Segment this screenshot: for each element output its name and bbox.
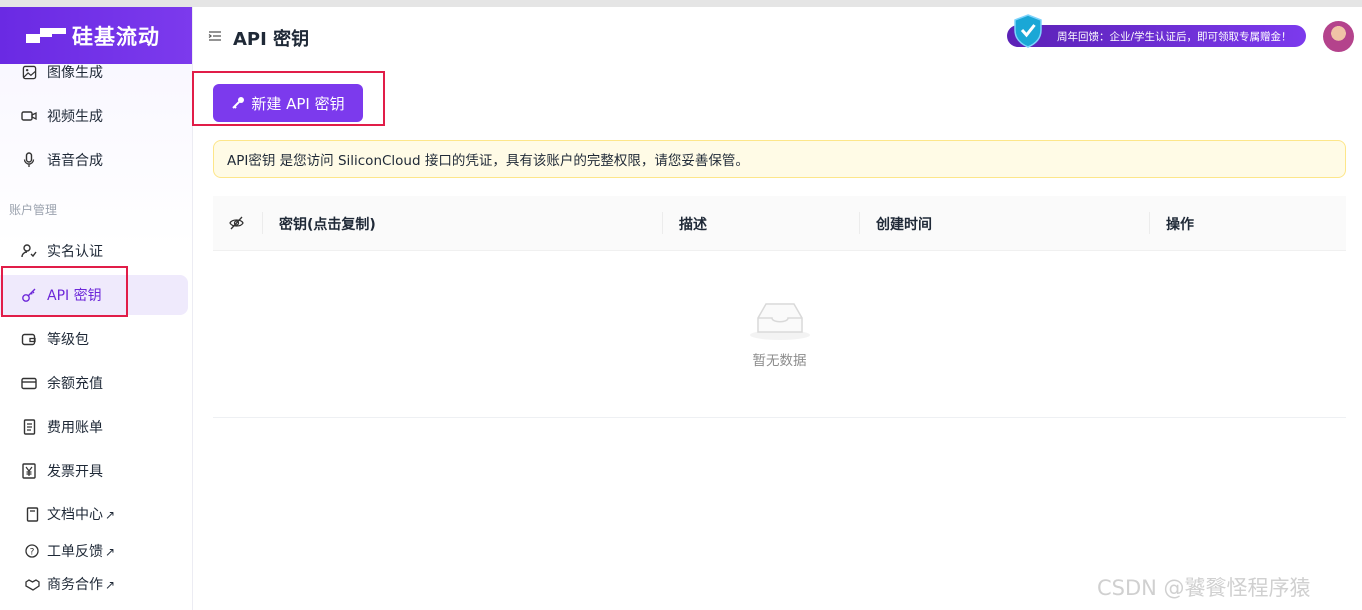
page-title: API 密钥 bbox=[233, 29, 310, 50]
sidebar-item-label: 余额充值 bbox=[47, 376, 103, 392]
sidebar-item-business[interactable]: 商务合作 ↗ bbox=[0, 568, 188, 600]
column-header-created: 创建时间 bbox=[876, 217, 932, 233]
wallet-icon bbox=[21, 331, 37, 347]
external-link-icon: ↗ bbox=[105, 545, 116, 559]
table-header: 密钥(点击复制) 描述 创建时间 操作 bbox=[213, 196, 1346, 251]
column-separator bbox=[1149, 212, 1150, 234]
empty-text: 暂无数据 bbox=[752, 353, 807, 369]
sidebar-item-real-name[interactable]: 实名认证 bbox=[0, 231, 188, 271]
handshake-icon bbox=[24, 576, 40, 592]
collapse-menu-icon[interactable] bbox=[208, 29, 222, 43]
sidebar-item-label: 商务合作 bbox=[47, 577, 103, 593]
yen-icon bbox=[21, 463, 37, 479]
sidebar-item-label: 语音合成 bbox=[47, 153, 103, 169]
external-link-icon: ↗ bbox=[105, 578, 116, 592]
svg-text:?: ? bbox=[30, 548, 35, 558]
sidebar-item-invoice[interactable]: 发票开具 bbox=[0, 451, 188, 491]
microphone-icon bbox=[21, 152, 37, 168]
avatar[interactable] bbox=[1323, 21, 1354, 52]
sidebar-item-billing[interactable]: 费用账单 bbox=[0, 407, 188, 447]
browser-top-strip bbox=[0, 0, 1362, 7]
eye-off-icon[interactable] bbox=[229, 216, 244, 230]
highlight-box-create bbox=[192, 71, 385, 126]
sidebar-item-video-generation[interactable]: 视频生成 bbox=[0, 96, 188, 136]
sidebar-item-label: 文档中心 bbox=[47, 507, 103, 523]
sidebar-item-recharge[interactable]: 余额充值 bbox=[0, 363, 188, 403]
image-icon bbox=[21, 64, 37, 80]
external-link-icon: ↗ bbox=[105, 508, 116, 522]
sidebar-item-image-generation[interactable]: 图像生成 bbox=[0, 52, 188, 92]
section-label-account: 账户管理 bbox=[9, 203, 58, 217]
sidebar-item-label: 工单反馈 bbox=[47, 544, 103, 560]
promo-text: 周年回馈：企业/学生认证后，即可领取专属赠金！ bbox=[1057, 30, 1292, 43]
receipt-icon bbox=[21, 419, 37, 435]
sidebar-item-label: 费用账单 bbox=[47, 420, 103, 436]
promo-banner[interactable]: 周年回馈：企业/学生认证后，即可领取专属赠金！ bbox=[1007, 25, 1306, 47]
sidebar-item-label: 实名认证 bbox=[47, 244, 103, 260]
book-icon bbox=[24, 506, 40, 522]
notice-text: API密钥 是您访问 SiliconCloud 接口的凭证，具有该账户的完整权限… bbox=[227, 153, 749, 169]
column-separator bbox=[662, 212, 663, 234]
shield-check-icon bbox=[1014, 14, 1042, 48]
column-separator bbox=[262, 212, 263, 234]
api-key-notice: API密钥 是您访问 SiliconCloud 接口的凭证，具有该账户的完整权限… bbox=[213, 140, 1346, 178]
empty-inbox-icon bbox=[750, 303, 810, 340]
sidebar-item-label: 等级包 bbox=[47, 332, 89, 348]
column-header-description: 描述 bbox=[679, 217, 707, 233]
sidebar-item-label: 发票开具 bbox=[47, 464, 103, 480]
video-icon bbox=[21, 108, 37, 124]
column-header-actions: 操作 bbox=[1166, 217, 1194, 233]
sidebar-item-speech-synthesis[interactable]: 语音合成 bbox=[0, 140, 188, 180]
app-name: 硅基流动 bbox=[72, 25, 160, 49]
sidebar-item-label: 视频生成 bbox=[47, 109, 103, 125]
api-keys-table: 密钥(点击复制) 描述 创建时间 操作 暂无数据 bbox=[213, 196, 1346, 418]
credit-card-icon bbox=[21, 375, 37, 391]
logo-mark-icon bbox=[26, 28, 66, 43]
user-check-icon bbox=[21, 243, 37, 259]
watermark: CSDN @饕餮怪程序猿 bbox=[1097, 576, 1311, 600]
highlight-box-sidebar bbox=[1, 266, 128, 317]
sidebar-item-label: 图像生成 bbox=[47, 65, 103, 81]
sidebar-item-docs[interactable]: 文档中心 ↗ bbox=[0, 498, 188, 530]
sidebar-item-feedback[interactable]: ? 工单反馈 ↗ bbox=[0, 535, 188, 567]
column-separator bbox=[859, 212, 860, 234]
column-header-key: 密钥(点击复制) bbox=[279, 217, 376, 233]
help-icon: ? bbox=[24, 543, 40, 559]
sidebar-item-tier-package[interactable]: 等级包 bbox=[0, 319, 188, 359]
